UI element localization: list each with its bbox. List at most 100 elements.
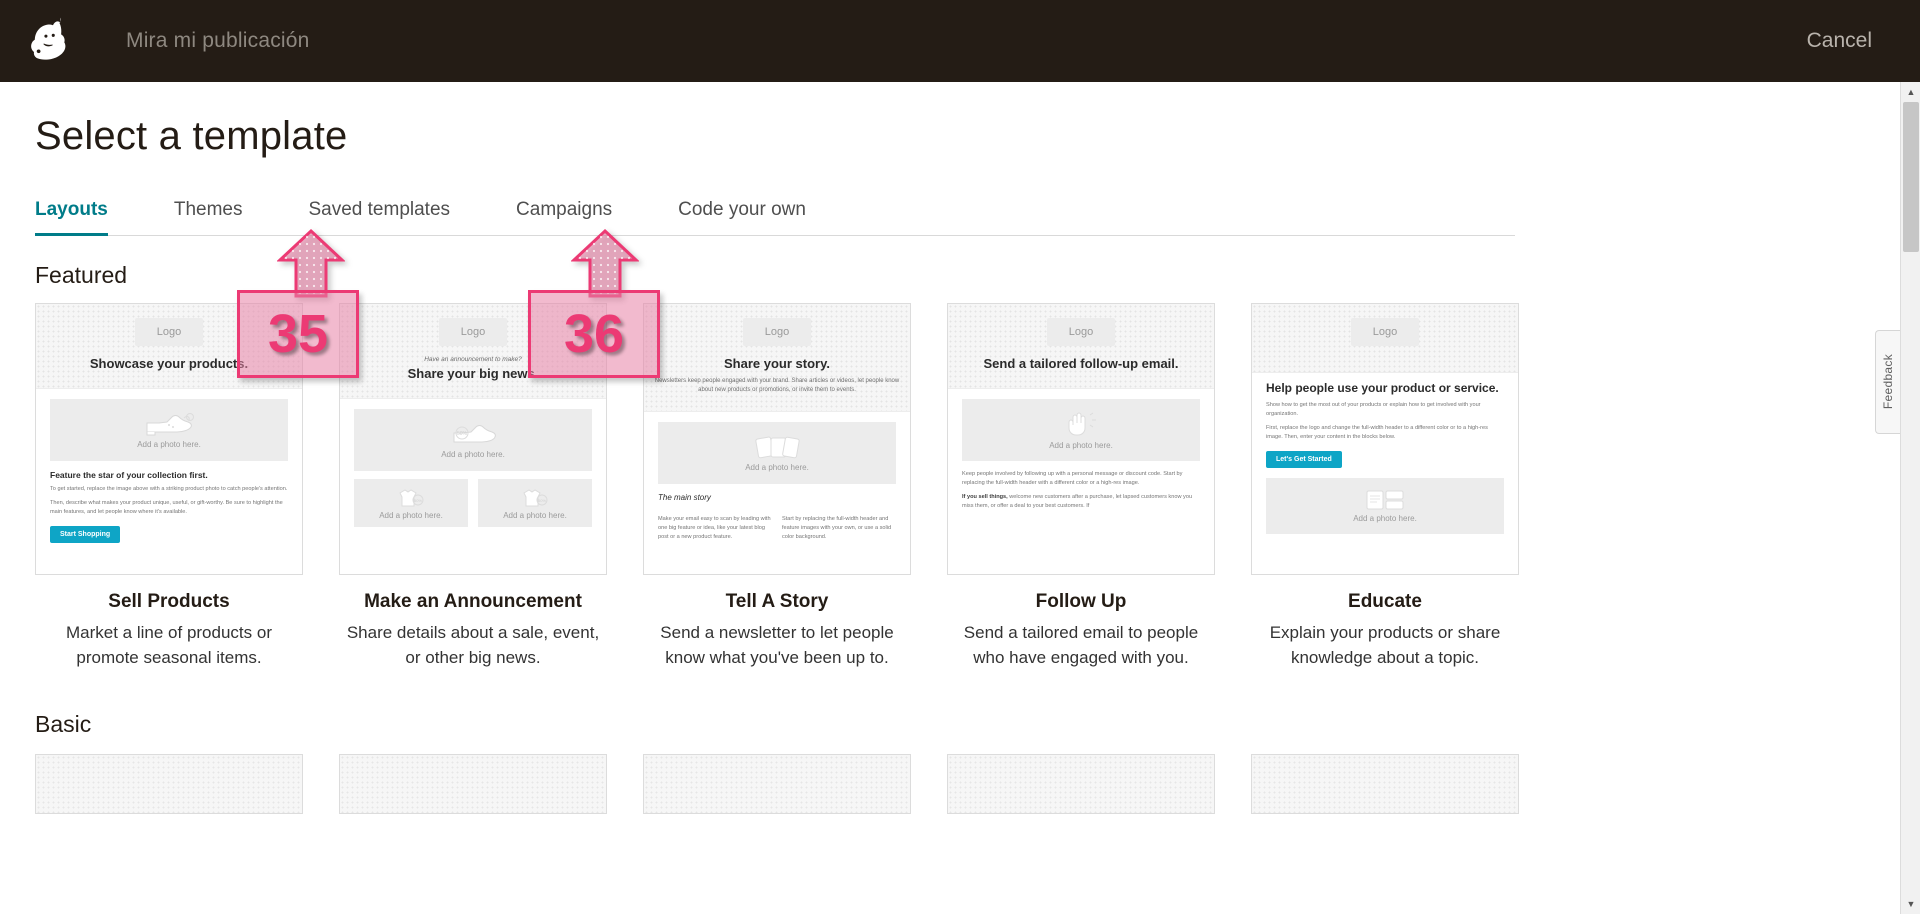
preview-headline: Share your big news. xyxy=(407,366,539,381)
feedback-tab[interactable]: Feedback xyxy=(1875,330,1900,434)
template-preview[interactable]: Logo Share your story. Newsletters keep … xyxy=(643,303,911,575)
basic-template-card[interactable] xyxy=(947,753,1215,814)
preview-intro: Newsletters keep people engaged with you… xyxy=(654,378,900,393)
body-paragraph-2: If you sell things, welcome new customer… xyxy=(962,493,1200,511)
main-content: Select a template Layouts Themes Saved t… xyxy=(0,82,1545,914)
preview-headline: Send a tailored follow-up email. xyxy=(983,356,1179,371)
photo-placeholder-right: 50% Add a photo here. xyxy=(478,479,592,528)
body-column-right: Start by replacing the full-width header… xyxy=(782,515,892,540)
hand-wave-icon xyxy=(1068,412,1096,436)
scroll-down-arrow-icon[interactable]: ▼ xyxy=(1901,894,1920,914)
template-title: Sell Products xyxy=(108,591,230,612)
body-paragraph-1: Keep people involved by following up wit… xyxy=(962,471,1183,487)
photo-placeholder: Add a photo here. xyxy=(1266,477,1504,534)
shirt-tag-icon: 50% xyxy=(399,489,424,507)
tab-saved-templates[interactable]: Saved templates xyxy=(309,199,451,235)
photo-placeholder: Add a photo here. xyxy=(962,399,1200,462)
basic-template-card[interactable] xyxy=(339,753,607,814)
shoe-icon xyxy=(146,412,194,436)
tab-layouts[interactable]: Layouts xyxy=(35,199,108,236)
template-card-tell-a-story: Logo Share your story. Newsletters keep … xyxy=(643,303,911,671)
publication-title: Mira mi publicación xyxy=(126,29,310,52)
template-title: Educate xyxy=(1348,591,1422,612)
body-paragraph-2-bold: If you sell things, xyxy=(962,494,1008,501)
template-tabs: Layouts Themes Saved templates Campaigns… xyxy=(35,199,1515,236)
preview-body: Help people use your product or service.… xyxy=(1252,373,1518,544)
cta-button: Start Shopping xyxy=(50,526,121,544)
featured-heading: Featured xyxy=(35,262,128,288)
preview-body: Add a photo here. The main story Make yo… xyxy=(644,412,910,552)
scrollbar-thumb[interactable] xyxy=(1903,102,1919,252)
preview-header: Logo xyxy=(1252,304,1518,373)
cta-button: Let's Get Started xyxy=(1266,450,1342,468)
basic-template-card[interactable] xyxy=(643,753,911,814)
preview-body: 50% Add a photo here. 50% Add a photo he… xyxy=(340,399,606,537)
preview-eyebrow: Have an announcement to make? xyxy=(424,356,522,363)
body-column-left: Make your email easy to scan by leading … xyxy=(658,515,771,540)
template-card-educate: Logo Help people use your product or ser… xyxy=(1251,303,1519,671)
two-column-text: Make your email easy to scan by leading … xyxy=(658,510,896,542)
logo-placeholder: Logo xyxy=(1046,318,1116,346)
page-title: Select a template xyxy=(35,114,348,158)
photo-caption: Add a photo here. xyxy=(441,449,505,459)
layout-grid-icon xyxy=(1366,490,1404,510)
tab-code-your-own[interactable]: Code your own xyxy=(678,199,806,235)
photo-caption: Add a photo here. xyxy=(137,439,201,449)
template-preview[interactable]: Logo Have an announcement to make? Share… xyxy=(339,303,607,575)
basic-template-card[interactable] xyxy=(1251,753,1519,814)
logo-placeholder: Logo xyxy=(1350,318,1420,346)
template-preview[interactable]: Logo Showcase your products. Add a photo… xyxy=(35,303,303,575)
photo-placeholder: 50% Add a photo here. xyxy=(354,409,592,472)
template-preview[interactable]: Logo Send a tailored follow-up email. Ad… xyxy=(947,303,1215,575)
template-description: Market a line of products or promote sea… xyxy=(66,623,272,667)
svg-text:50%: 50% xyxy=(414,498,422,503)
preview-headline: Help people use your product or service. xyxy=(1266,381,1499,395)
body-paragraph-1: To get started, replace the image above … xyxy=(50,486,288,493)
shoe-tag-icon: 50% xyxy=(453,424,496,443)
scroll-up-arrow-icon[interactable]: ▲ xyxy=(1901,82,1920,102)
basic-heading: Basic xyxy=(35,710,92,737)
preview-headline: Showcase your products. xyxy=(89,356,249,371)
photo-caption: Add a photo here. xyxy=(1049,440,1113,450)
preview-headline: Share your story. xyxy=(724,356,830,371)
body-heading: The main story xyxy=(658,492,711,502)
body-heading: Feature the star of your collection firs… xyxy=(50,470,208,481)
photo-placeholder: Add a photo here. xyxy=(50,399,288,462)
cancel-button[interactable]: Cancel xyxy=(1807,29,1872,53)
photo-placeholder-left: 50% Add a photo here. xyxy=(354,479,468,528)
template-description: Share details about a sale, event, or ot… xyxy=(346,623,600,667)
logo-placeholder: Logo xyxy=(742,318,812,346)
photo-caption-right: Add a photo here. xyxy=(503,510,567,520)
vertical-scrollbar[interactable]: ▲ ▼ xyxy=(1900,82,1920,914)
template-card-sell-products: Logo Showcase your products. Add a photo… xyxy=(35,303,303,671)
top-bar: Mira mi publicación Cancel xyxy=(0,0,1920,82)
preview-intro: Show how to get the most out of your pro… xyxy=(1266,402,1481,417)
two-column-photos: 50% Add a photo here. 50% Add a photo he… xyxy=(354,479,592,528)
template-description: Explain your products or share knowledge… xyxy=(1269,623,1501,667)
template-title: Follow Up xyxy=(1035,591,1127,612)
logo-placeholder: Logo xyxy=(438,318,508,346)
photo-caption: Add a photo here. xyxy=(1353,514,1417,524)
cards-icon xyxy=(755,436,800,459)
preview-header: Logo Share your story. Newsletters keep … xyxy=(644,304,910,412)
basic-template-grid xyxy=(35,753,1545,814)
photo-caption-left: Add a photo here. xyxy=(379,510,443,520)
preview-header: Logo Have an announcement to make? Share… xyxy=(340,304,606,400)
feedback-label: Feedback xyxy=(1881,354,1895,410)
featured-template-grid: Logo Showcase your products. Add a photo… xyxy=(35,303,1545,671)
template-description: Send a tailored email to people who have… xyxy=(963,623,1199,667)
photo-caption: Add a photo here. xyxy=(745,463,809,473)
basic-template-card[interactable] xyxy=(35,753,303,814)
shirt-tag-icon: 50% xyxy=(523,489,548,507)
tab-themes[interactable]: Themes xyxy=(174,199,243,235)
template-preview[interactable]: Logo Help people use your product or ser… xyxy=(1251,303,1519,575)
tab-campaigns[interactable]: Campaigns xyxy=(516,199,612,235)
svg-text:50%: 50% xyxy=(538,498,546,503)
template-title: Tell A Story xyxy=(725,591,829,612)
preview-body: Add a photo here. Feature the star of yo… xyxy=(36,389,302,553)
preview-header: Logo Showcase your products. xyxy=(36,304,302,390)
svg-text:50%: 50% xyxy=(457,431,468,437)
body-paragraph-2: Then, describe what makes your product u… xyxy=(50,500,283,516)
template-title: Make an Announcement xyxy=(364,591,582,612)
mailchimp-freddie-logo-icon[interactable] xyxy=(24,15,76,67)
